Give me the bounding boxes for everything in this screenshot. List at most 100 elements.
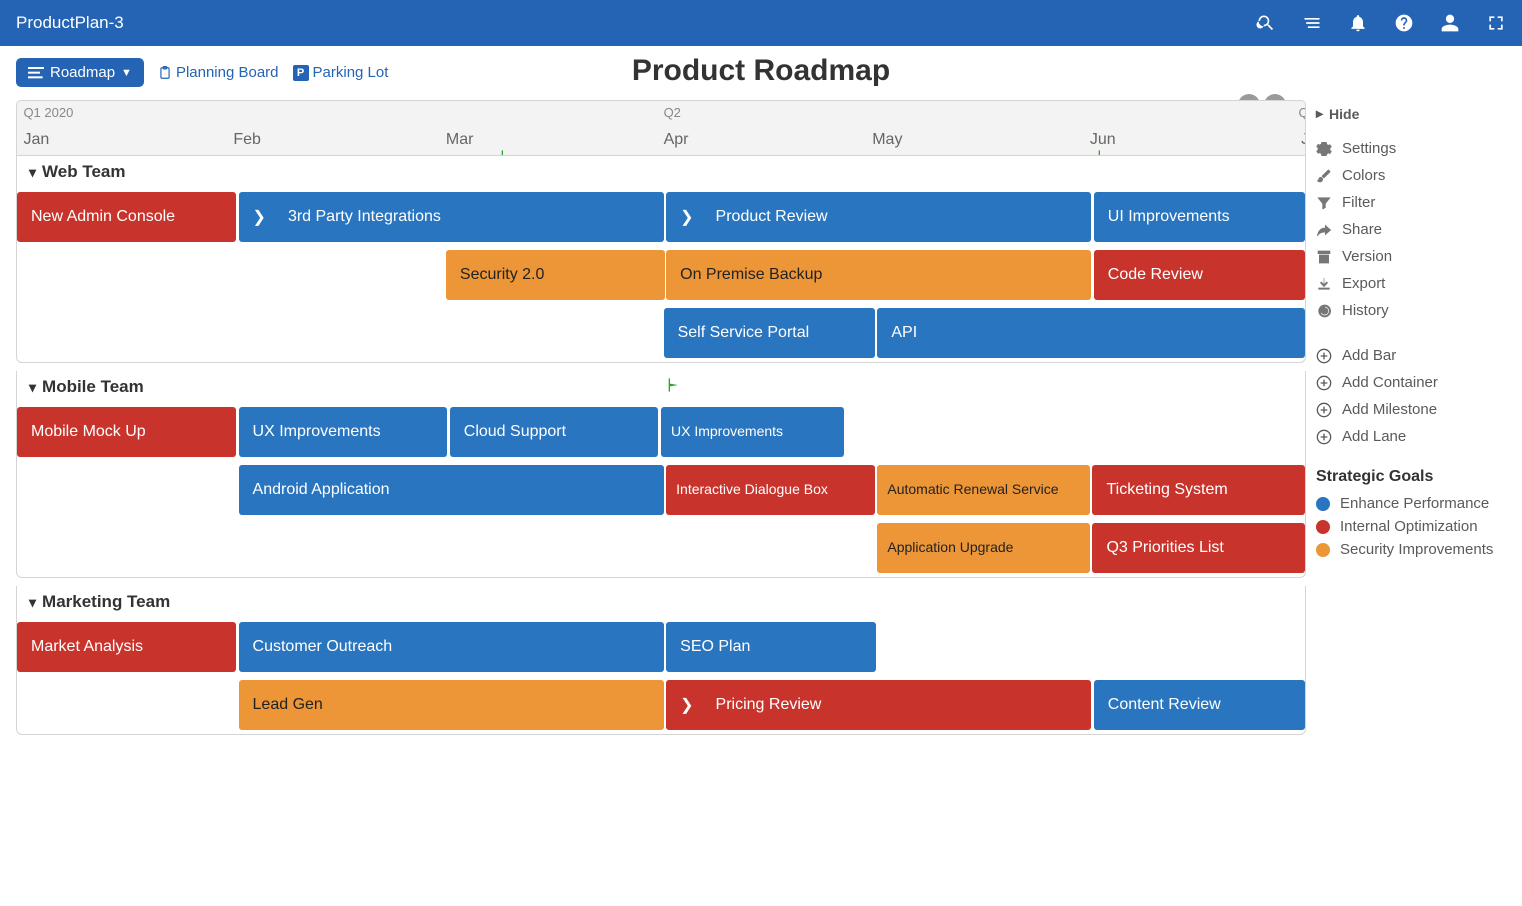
help-icon[interactable] — [1394, 13, 1414, 33]
brush-icon — [1316, 168, 1332, 184]
side-item-label: Add Lane — [1342, 428, 1406, 445]
parking-icon: P — [293, 65, 309, 81]
roadmap-bar[interactable]: UX Improvements — [239, 407, 448, 457]
side-item-add-container[interactable]: Add Container — [1316, 369, 1506, 396]
view-roadmap-button[interactable]: Roadmap ▼ — [16, 58, 144, 87]
lane-header[interactable]: ▾Web Team — [17, 156, 1305, 188]
search-icon[interactable] — [1256, 13, 1276, 33]
user-icon[interactable] — [1440, 13, 1460, 33]
roadmap-bar[interactable]: UI Improvements — [1094, 192, 1305, 242]
roadmap-bar[interactable]: On Premise Backup — [666, 250, 1091, 300]
roadmap-bar[interactable]: Interactive Dialogue Box — [666, 465, 875, 515]
side-item-export[interactable]: Export — [1316, 270, 1506, 297]
list-icon[interactable] — [1302, 13, 1322, 33]
roadmap-bar[interactable]: Cloud Support — [450, 407, 659, 457]
roadmap-bar[interactable]: Automatic Renewal Service — [877, 465, 1090, 515]
roadmap-bar[interactable]: UX Improvements — [661, 407, 844, 457]
roadmap-bar[interactable]: Customer Outreach — [239, 622, 664, 672]
chevron-down-icon: ▾ — [29, 164, 36, 181]
bar-label: Lead Gen — [253, 696, 323, 714]
roadmap-bar[interactable]: Ticketing System — [1092, 465, 1305, 515]
side-item-add-lane[interactable]: Add Lane — [1316, 423, 1506, 450]
roadmap-bar[interactable]: Content Review — [1094, 680, 1305, 730]
bar-label: Self Service Portal — [678, 324, 810, 342]
bar-label: UX Improvements — [253, 423, 381, 441]
tab-parking-lot[interactable]: P Parking Lot — [293, 64, 389, 81]
bar-label: Code Review — [1108, 266, 1203, 284]
roadmap-bar[interactable]: New Admin Console — [17, 192, 236, 242]
bar-label: Security 2.0 — [460, 266, 544, 284]
side-item-label: Filter — [1342, 194, 1375, 211]
roadmap-bar[interactable]: Market Analysis — [17, 622, 236, 672]
bar-label: SEO Plan — [680, 638, 750, 656]
roadmap-title[interactable]: ProductPlan-3 — [16, 13, 1256, 33]
roadmap-bar[interactable]: Code Review — [1094, 250, 1305, 300]
chevron-right-icon: ▸ — [1316, 105, 1323, 122]
lane-header[interactable]: ▾Marketing Team — [17, 586, 1305, 618]
bar-label: Ticketing System — [1106, 481, 1227, 499]
bar-label: Application Upgrade — [887, 540, 1013, 555]
roadmap-bar[interactable]: Application Upgrade — [877, 523, 1090, 573]
side-item-colors[interactable]: Colors — [1316, 162, 1506, 189]
side-item-label: Version — [1342, 248, 1392, 265]
roadmap-bar[interactable]: SEO Plan — [666, 622, 876, 672]
page-title[interactable]: Product Roadmap — [632, 54, 890, 88]
side-item-label: Colors — [1342, 167, 1385, 184]
side-item-filter[interactable]: Filter — [1316, 189, 1506, 216]
side-item-version[interactable]: Version — [1316, 243, 1506, 270]
legend-title: Strategic Goals — [1316, 468, 1506, 486]
chevron-right-icon: ❯ — [680, 695, 693, 715]
side-item-label: Add Milestone — [1342, 401, 1437, 418]
legend-item[interactable]: Internal Optimization — [1316, 515, 1506, 538]
plus-icon — [1316, 375, 1332, 391]
bar-label: Q3 Priorities List — [1106, 539, 1223, 557]
milestone-flag-icon[interactable] — [499, 149, 515, 156]
roadmap-bar[interactable]: Mobile Mock Up — [17, 407, 236, 457]
side-item-add-milestone[interactable]: Add Milestone — [1316, 396, 1506, 423]
month-label: Apr — [664, 131, 689, 149]
roadmap-bar[interactable]: Self Service Portal — [664, 308, 875, 358]
hide-panel-button[interactable]: ▸ Hide — [1316, 100, 1506, 127]
roadmap-bar[interactable]: ❯Pricing Review — [666, 680, 1091, 730]
header-actions — [1256, 13, 1506, 33]
archive-icon — [1316, 249, 1332, 265]
legend-item[interactable]: Enhance Performance — [1316, 492, 1506, 515]
roadmap-bar[interactable]: Security 2.0 — [446, 250, 665, 300]
side-item-label: Share — [1342, 221, 1382, 238]
legend-label: Security Improvements — [1340, 541, 1493, 558]
side-item-share[interactable]: Share — [1316, 216, 1506, 243]
milestone-flag-icon[interactable] — [666, 377, 682, 398]
milestone-flag-icon[interactable] — [1096, 149, 1112, 156]
history-icon — [1316, 303, 1332, 319]
bell-icon[interactable] — [1348, 13, 1368, 33]
roadmap-bar[interactable]: Android Application — [239, 465, 664, 515]
legend-item[interactable]: Security Improvements — [1316, 538, 1506, 561]
lane-name: Mobile Team — [42, 377, 144, 397]
workspace: Q1 2020Q2QJanFebMarAprMayJunJ ▾Web TeamN… — [16, 100, 1306, 906]
tab-planning-board[interactable]: Planning Board — [158, 64, 279, 81]
roadmap-bar[interactable]: ❯Product Review — [666, 192, 1091, 242]
roadmap-bar[interactable]: ❯3rd Party Integrations — [239, 192, 664, 242]
lane-row: Mobile Mock UpUX ImprovementsCloud Suppo… — [17, 403, 1305, 461]
lane-name: Marketing Team — [42, 592, 170, 612]
caret-down-icon: ▼ — [121, 67, 132, 79]
bar-label: Content Review — [1108, 696, 1221, 714]
legend-dot — [1316, 520, 1330, 534]
roadmap-bar[interactable]: Lead Gen — [239, 680, 664, 730]
fullscreen-icon[interactable] — [1486, 13, 1506, 33]
month-label: Mar — [446, 131, 474, 149]
side-item-settings[interactable]: Settings — [1316, 135, 1506, 162]
roadmap-bar[interactable]: Q3 Priorities List — [1092, 523, 1305, 573]
side-item-add-bar[interactable]: Add Bar — [1316, 342, 1506, 369]
side-item-label: Add Bar — [1342, 347, 1396, 364]
legend-section: Strategic Goals Enhance Performance Inter… — [1316, 468, 1506, 561]
bar-label: Customer Outreach — [253, 638, 393, 656]
lane-header[interactable]: ▾Mobile Team — [17, 371, 1305, 403]
quarter-label: Q1 2020 — [23, 105, 73, 120]
side-item-history[interactable]: History — [1316, 297, 1506, 324]
bar-label: Interactive Dialogue Box — [676, 482, 828, 497]
side-item-label: Settings — [1342, 140, 1396, 157]
roadmap-bar[interactable]: API — [877, 308, 1305, 358]
legend-label: Internal Optimization — [1340, 518, 1478, 535]
bar-label: Product Review — [716, 208, 828, 226]
